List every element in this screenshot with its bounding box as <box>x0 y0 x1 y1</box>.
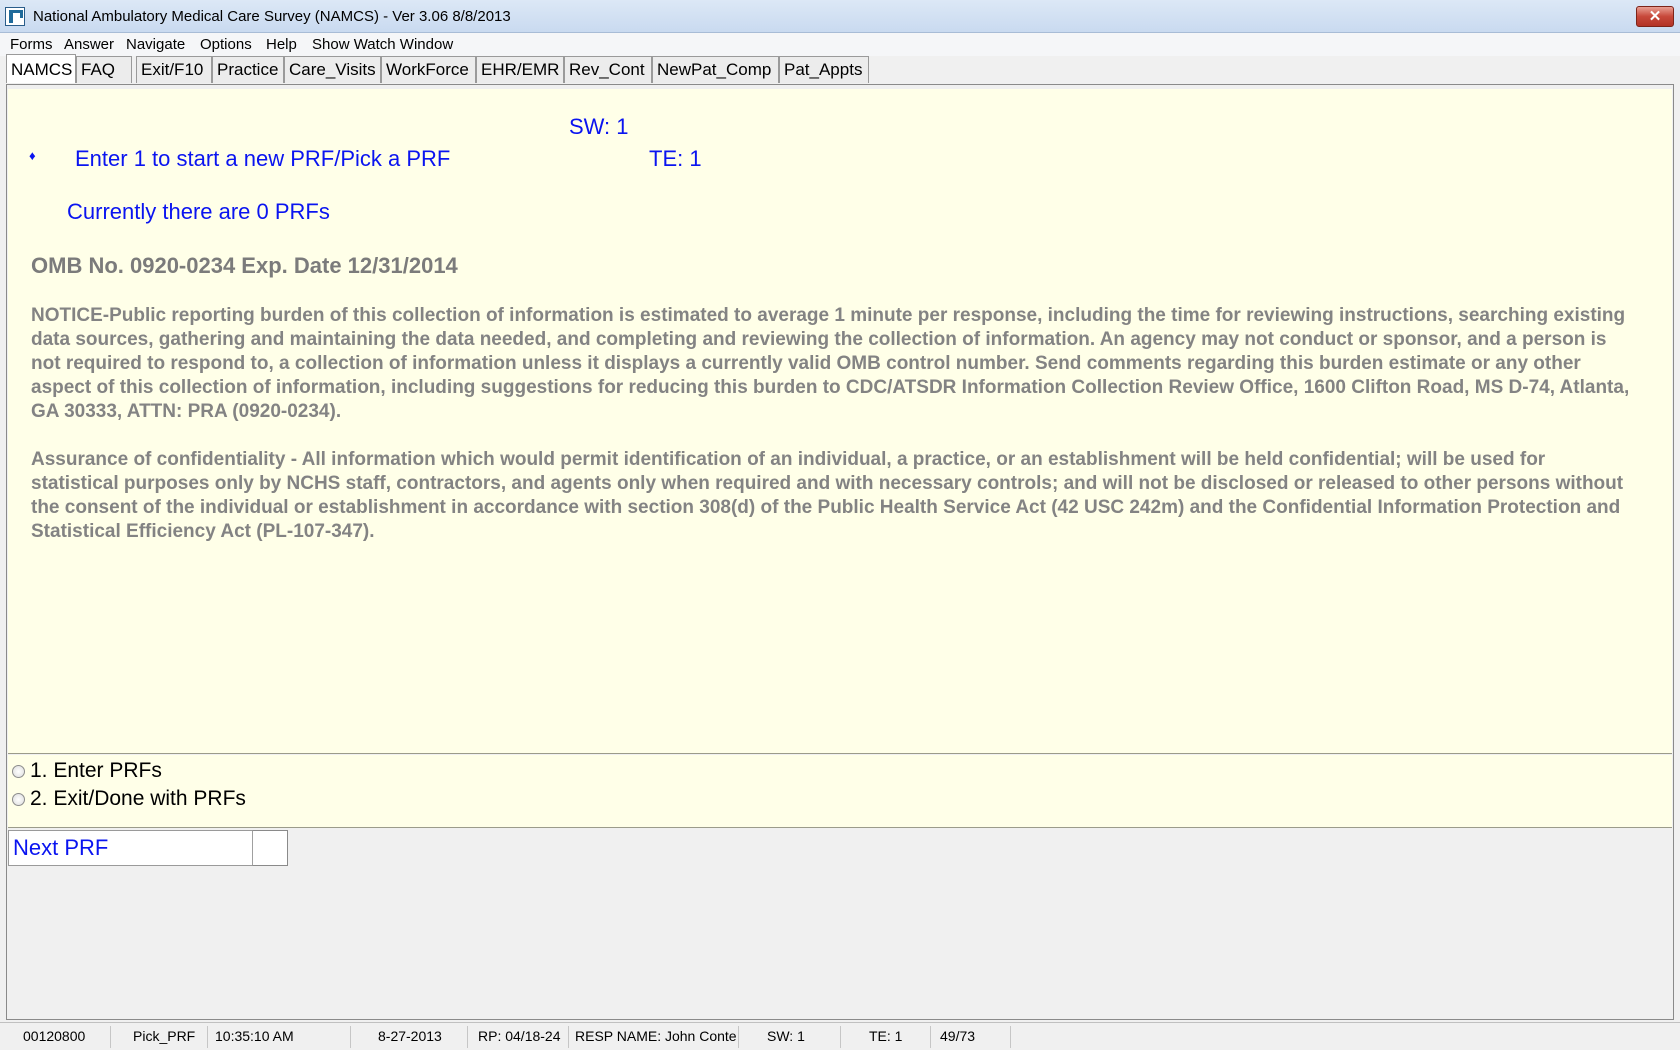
tab-care-visits[interactable]: Care_Visits <box>284 56 381 83</box>
diamond-bullet-icon: ♦ <box>29 148 36 163</box>
status-date: 8-27-2013 <box>378 1028 442 1044</box>
menu-show-watch-window[interactable]: Show Watch Window <box>312 36 453 53</box>
radio-button[interactable] <box>12 793 25 806</box>
status-bar: 00120800 Pick_PRF 10:35:10 AM 8-27-2013 … <box>0 1022 1680 1050</box>
status-time: 10:35:10 AM <box>215 1028 294 1044</box>
tab-rev-cont[interactable]: Rev_Cont <box>564 56 652 83</box>
status-case-id: 00120800 <box>23 1028 86 1044</box>
burden-notice: NOTICE-Public reporting burden of this c… <box>31 305 1630 422</box>
status-sw: SW: 1 <box>767 1028 805 1044</box>
answer-label[interactable]: 2. Exit/Done with PRFs <box>30 787 246 811</box>
menu-navigate[interactable]: Navigate <box>126 36 185 53</box>
status-divider <box>1010 1026 1011 1048</box>
answer-label[interactable]: 1. Enter PRFs <box>30 759 162 783</box>
namcs-app-icon[interactable] <box>5 7 25 26</box>
answer-option-enter-prfs[interactable]: 1. Enter PRFs <box>8 758 308 784</box>
status-divider <box>930 1026 931 1048</box>
entry-area: Next PRF <box>8 830 1672 1018</box>
status-divider <box>110 1026 111 1048</box>
status-divider <box>738 1026 739 1048</box>
window-title-bar[interactable]: National Ambulatory Medical Care Survey … <box>0 0 1680 33</box>
confidentiality-notice: Assurance of confidentiality - All infor… <box>31 449 1624 542</box>
question-prompt: Enter 1 to start a new PRF/Pick a PRF <box>75 146 451 171</box>
status-rp: RP: 04/18-24 <box>478 1028 561 1044</box>
tab-pat-appts[interactable]: Pat_Appts <box>779 56 869 83</box>
tab-newpat-comp[interactable]: NewPat_Comp <box>652 56 779 83</box>
status-divider <box>467 1026 468 1048</box>
tab-bar: NAMCS FAQ Exit/F10 Practice Care_Visits … <box>0 54 1680 84</box>
status-divider <box>350 1026 351 1048</box>
status-te: TE: 1 <box>869 1028 903 1044</box>
tab-workforce[interactable]: WorkForce <box>381 56 476 83</box>
next-prf-label[interactable]: Next PRF <box>8 830 252 866</box>
menu-help[interactable]: Help <box>266 36 297 53</box>
tab-faq[interactable]: FAQ <box>76 56 132 83</box>
te-indicator: TE: 1 <box>649 146 702 171</box>
sw-indicator: SW: 1 <box>569 114 629 139</box>
status-progress: 49/73 <box>940 1028 976 1044</box>
status-field-name: Pick_PRF <box>133 1028 196 1044</box>
status-divider <box>207 1026 208 1048</box>
status-divider <box>568 1026 569 1048</box>
tab-ehr-emr[interactable]: EHR/EMR <box>476 56 564 83</box>
window-close-button[interactable]: ✕ <box>1636 6 1674 27</box>
radio-button[interactable] <box>12 765 25 778</box>
menu-options[interactable]: Options <box>200 36 252 53</box>
prf-count-text: Currently there are 0 PRFs <box>67 199 330 224</box>
answer-choices: 1. Enter PRFs 2. Exit/Done with PRFs <box>8 755 1672 828</box>
answer-option-exit-prfs[interactable]: 2. Exit/Done with PRFs <box>8 786 308 812</box>
status-resp-name: RESP NAME: John Conte <box>575 1028 737 1044</box>
omb-number: OMB No. 0920-0234 Exp. Date 12/31/2014 <box>31 253 458 278</box>
next-prf-input[interactable] <box>252 830 288 866</box>
tab-exit-f10[interactable]: Exit/F10 <box>136 56 212 83</box>
tab-namcs[interactable]: NAMCS <box>6 54 76 83</box>
menu-forms[interactable]: Forms <box>10 36 53 53</box>
tab-practice[interactable]: Practice <box>212 56 284 83</box>
menu-answer[interactable]: Answer <box>64 36 114 53</box>
window-title: National Ambulatory Medical Care Survey … <box>33 8 511 25</box>
status-divider <box>840 1026 841 1048</box>
menu-bar: Forms Answer Navigate Options Help Show … <box>0 33 1680 56</box>
